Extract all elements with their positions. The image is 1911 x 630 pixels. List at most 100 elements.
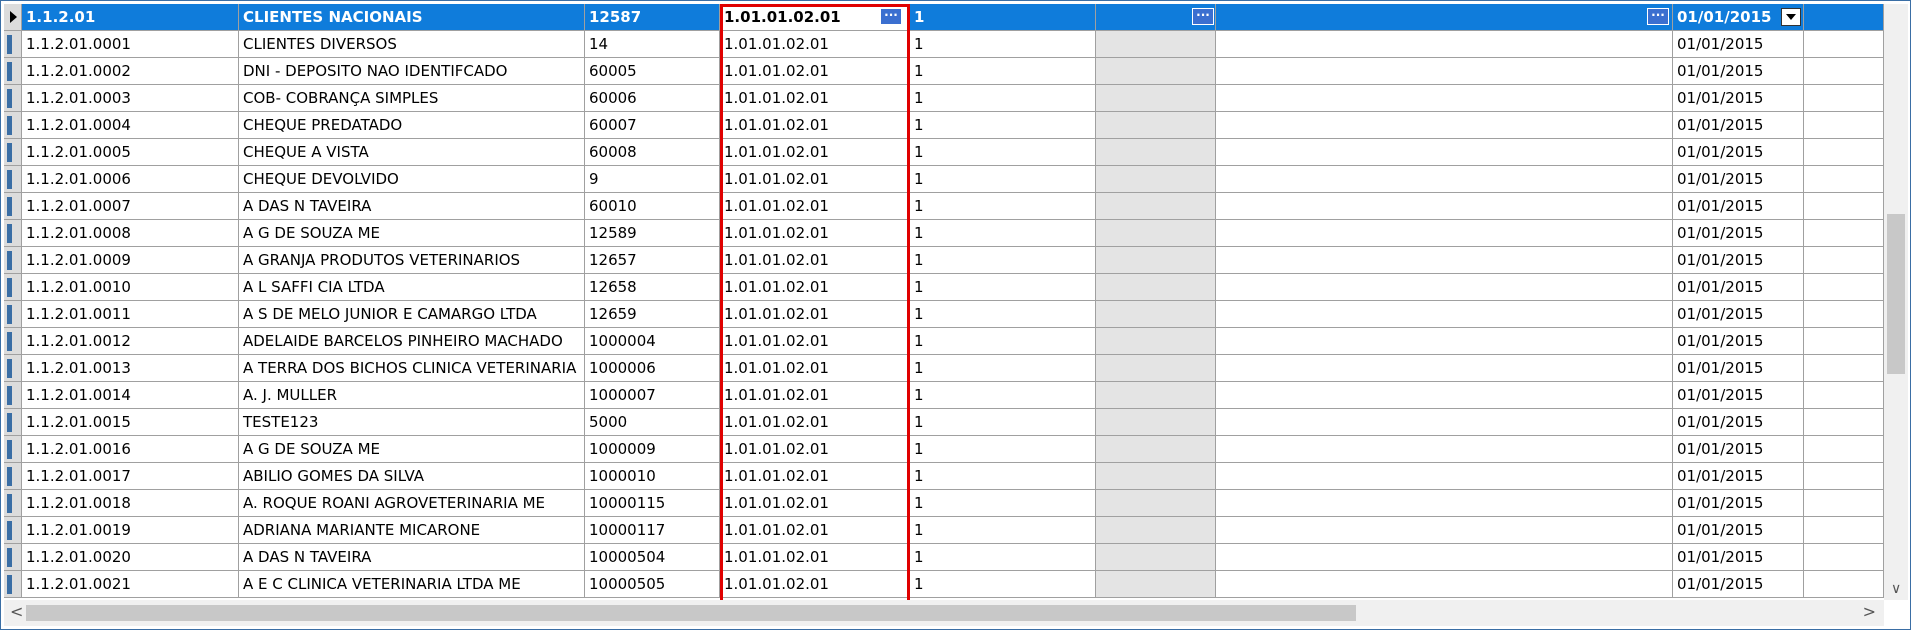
cell-one[interactable]: 1	[910, 166, 1096, 193]
cell-number[interactable]: 12659	[585, 301, 720, 328]
cell-lookup-b[interactable]	[1216, 220, 1673, 247]
cell-date[interactable]: 01/01/2015	[1673, 274, 1804, 301]
cell-lookup-b[interactable]	[1216, 112, 1673, 139]
cell-name[interactable]: ADELAIDE BARCELOS PINHEIRO MACHADO	[239, 328, 585, 355]
cell-extra[interactable]	[1804, 571, 1884, 598]
cell-number[interactable]: 60010	[585, 193, 720, 220]
cell-code[interactable]: 1.1.2.01.0006	[22, 166, 239, 193]
scroll-down-arrow-icon[interactable]: ∨	[1891, 582, 1901, 596]
cell-lookup-a[interactable]: ···	[1096, 4, 1216, 31]
cell-number[interactable]: 10000115	[585, 490, 720, 517]
cell-lookup-b[interactable]: ···	[1216, 4, 1673, 31]
table-row[interactable]: 1.1.2.01.0014 A. J. MULLER 1000007 1.01.01.…	[4, 382, 1884, 409]
cell-date[interactable]: 01/01/2015	[1673, 409, 1804, 436]
cell-extra[interactable]	[1804, 58, 1884, 85]
cell-extra[interactable]	[1804, 436, 1884, 463]
cell-code[interactable]: 1.1.2.01.0020	[22, 544, 239, 571]
table-row[interactable]: 1.1.2.01.0020 A DAS N TAVEIRA 10000504 1.01…	[4, 544, 1884, 571]
cell-code[interactable]: 1.1.2.01.0012	[22, 328, 239, 355]
cell-date[interactable]: 01/01/2015	[1673, 193, 1804, 220]
cell-name[interactable]: A G DE SOUZA ME	[239, 220, 585, 247]
cell-number[interactable]: 10000505	[585, 571, 720, 598]
cell-name[interactable]: A S DE MELO JUNIOR E CAMARGO LTDA	[239, 301, 585, 328]
row-indicator[interactable]	[4, 4, 22, 31]
cell-name[interactable]: DNI - DEPOSITO NAO IDENTIFCADO	[239, 58, 585, 85]
cell-name[interactable]: COB- COBRANÇA SIMPLES	[239, 85, 585, 112]
cell-code[interactable]: 1.1.2.01.0004	[22, 112, 239, 139]
cell-name[interactable]: CHEQUE PREDATADO	[239, 112, 585, 139]
cell-one[interactable]: 1	[910, 31, 1096, 58]
cell-name[interactable]: A. ROQUE ROANI AGROVETERINARIA ME	[239, 490, 585, 517]
cell-extra[interactable]	[1804, 544, 1884, 571]
cell-name[interactable]: A L SAFFI CIA LTDA	[239, 274, 585, 301]
vertical-scroll-thumb[interactable]	[1887, 214, 1905, 374]
cell-one[interactable]: 1	[910, 4, 1096, 31]
cell-one[interactable]: 1	[910, 463, 1096, 490]
cell-lookup-a[interactable]	[1096, 436, 1216, 463]
cell-number[interactable]: 60008	[585, 139, 720, 166]
cell-lookup-b[interactable]	[1216, 58, 1673, 85]
table-row[interactable]: 1.1.2.01.0005 CHEQUE A VISTA 60008 1.01.01.…	[4, 139, 1884, 166]
row-indicator[interactable]	[4, 490, 22, 517]
cell-code[interactable]: 1.1.2.01.0008	[22, 220, 239, 247]
cell-number[interactable]: 1000006	[585, 355, 720, 382]
table-row[interactable]: 1.1.2.01.0004 CHEQUE PREDATADO 60007 1.01.0…	[4, 112, 1884, 139]
table-row[interactable]: 1.1.2.01.0002 DNI - DEPOSITO NAO IDENTIFC…	[4, 58, 1884, 85]
cell-account[interactable]: 1.01.01.02.01	[720, 301, 910, 328]
cell-one[interactable]: 1	[910, 382, 1096, 409]
cell-extra[interactable]	[1804, 139, 1884, 166]
ellipsis-button-icon[interactable]: ···	[1192, 8, 1214, 25]
cell-account[interactable]: 1.01.01.02.01	[720, 193, 910, 220]
cell-code[interactable]: 1.1.2.01.0021	[22, 571, 239, 598]
cell-lookup-a[interactable]	[1096, 409, 1216, 436]
row-indicator[interactable]	[4, 166, 22, 193]
cell-lookup-b[interactable]	[1216, 85, 1673, 112]
cell-lookup-a[interactable]	[1096, 139, 1216, 166]
cell-account[interactable]: 1.01.01.02.01	[720, 355, 910, 382]
cell-lookup-a[interactable]	[1096, 247, 1216, 274]
row-indicator[interactable]	[4, 571, 22, 598]
cell-lookup-a[interactable]	[1096, 490, 1216, 517]
cell-date[interactable]: 01/01/2015	[1673, 247, 1804, 274]
cell-one[interactable]: 1	[910, 355, 1096, 382]
cell-lookup-b[interactable]	[1216, 193, 1673, 220]
cell-name[interactable]: A DAS N TAVEIRA	[239, 544, 585, 571]
cell-lookup-a[interactable]	[1096, 31, 1216, 58]
cell-lookup-b[interactable]	[1216, 463, 1673, 490]
cell-one[interactable]: 1	[910, 490, 1096, 517]
cell-lookup-b[interactable]	[1216, 409, 1673, 436]
cell-code[interactable]: 1.1.2.01.0011	[22, 301, 239, 328]
cell-account[interactable]: 1.01.01.02.01	[720, 328, 910, 355]
row-indicator[interactable]	[4, 355, 22, 382]
cell-number[interactable]: 9	[585, 166, 720, 193]
cell-name[interactable]: TESTE123	[239, 409, 585, 436]
cell-code[interactable]: 1.1.2.01.0003	[22, 85, 239, 112]
cell-number[interactable]: 60005	[585, 58, 720, 85]
cell-lookup-a[interactable]	[1096, 58, 1216, 85]
cell-lookup-a[interactable]	[1096, 193, 1216, 220]
cell-number[interactable]: 1000004	[585, 328, 720, 355]
cell-extra[interactable]	[1804, 220, 1884, 247]
cell-account[interactable]: 1.01.01.02.01	[720, 247, 910, 274]
cell-lookup-a[interactable]	[1096, 328, 1216, 355]
dropdown-arrow-icon[interactable]	[1781, 8, 1801, 26]
row-indicator[interactable]	[4, 328, 22, 355]
cell-lookup-a[interactable]	[1096, 166, 1216, 193]
cell-lookup-b[interactable]	[1216, 544, 1673, 571]
cell-name[interactable]: A G DE SOUZA ME	[239, 436, 585, 463]
row-indicator[interactable]	[4, 220, 22, 247]
cell-name[interactable]: A GRANJA PRODUTOS VETERINARIOS	[239, 247, 585, 274]
row-indicator[interactable]	[4, 274, 22, 301]
table-row[interactable]: 1.1.2.01.0019 ADRIANA MARIANTE MICARONE 10…	[4, 517, 1884, 544]
cell-number[interactable]: 1000009	[585, 436, 720, 463]
cell-one[interactable]: 1	[910, 409, 1096, 436]
cell-extra[interactable]	[1804, 355, 1884, 382]
table-row[interactable]: 1.1.2.01.0006 CHEQUE DEVOLVIDO 9 1.01.01.02…	[4, 166, 1884, 193]
cell-extra[interactable]	[1804, 382, 1884, 409]
table-row[interactable]: 1.1.2.01.0015 TESTE123 5000 1.01.01.02.01 1 0…	[4, 409, 1884, 436]
row-indicator[interactable]	[4, 301, 22, 328]
cell-one[interactable]: 1	[910, 436, 1096, 463]
cell-lookup-a[interactable]	[1096, 382, 1216, 409]
table-row[interactable]: 1.1.2.01.0007 A DAS N TAVEIRA 60010 1.01.01…	[4, 193, 1884, 220]
cell-one[interactable]: 1	[910, 193, 1096, 220]
